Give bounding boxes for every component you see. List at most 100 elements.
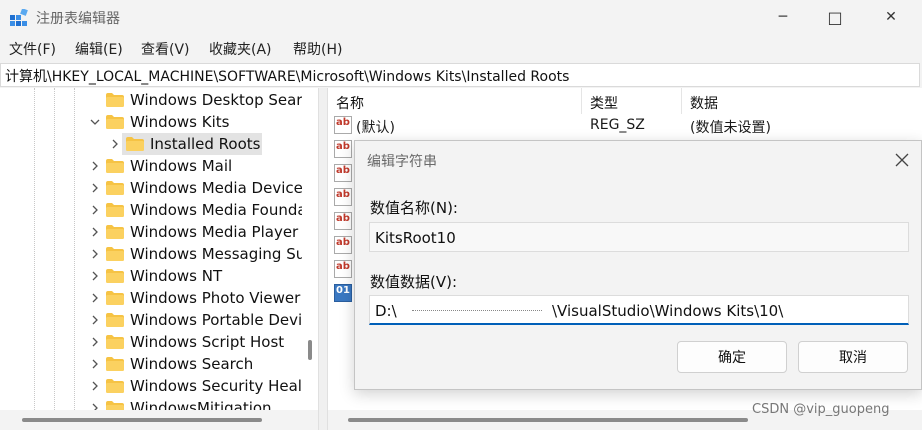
- pane-splitter[interactable]: [318, 88, 328, 430]
- string-value-icon: ab: [334, 116, 352, 134]
- minimize-icon: ─: [778, 9, 788, 25]
- tree-node-label: Windows Media Device Manager: [130, 179, 318, 197]
- value-name: (默认): [356, 120, 395, 136]
- value-data-field[interactable]: D:\ \VisualStudio\Windows Kits\10\: [369, 295, 909, 325]
- value-data-suffix: \VisualStudio\Windows Kits\10\: [552, 302, 784, 320]
- folder-icon: [106, 93, 124, 107]
- menu-file[interactable]: 文件(F): [9, 39, 56, 59]
- tree-node[interactable]: Windows Media Player NSS: [0, 221, 318, 243]
- value-name-field[interactable]: KitsRoot10: [369, 222, 909, 252]
- folder-icon: [106, 291, 124, 305]
- column-header-type[interactable]: 类型: [582, 88, 682, 114]
- folder-icon: [106, 203, 124, 217]
- chevron-right-icon[interactable]: [89, 290, 101, 306]
- string-value-icon: ab: [334, 236, 352, 254]
- folder-icon: [106, 159, 124, 173]
- chevron-right-icon[interactable]: [89, 180, 101, 196]
- menu-favorites[interactable]: 收藏夹(A): [209, 39, 272, 59]
- minimize-button[interactable]: ─: [760, 0, 806, 34]
- tree-node[interactable]: WindowsMitigation: [0, 397, 302, 410]
- tree-node[interactable]: Windows Messaging Subsystem: [0, 243, 318, 265]
- chevron-down-icon[interactable]: [89, 114, 101, 130]
- string-value-icon: ab: [334, 140, 352, 158]
- address-bar[interactable]: 计算机\HKEY_LOCAL_MACHINE\SOFTWARE\Microsof…: [0, 63, 920, 87]
- value-data: (数值未设置): [690, 120, 771, 136]
- chevron-right-icon[interactable]: [89, 158, 101, 174]
- chevron-right-icon[interactable]: [89, 246, 101, 262]
- tree-vertical-scrollbar[interactable]: [302, 88, 318, 410]
- folder-icon: [106, 313, 124, 327]
- tree-node[interactable]: Installed Roots: [0, 133, 302, 155]
- tree-node-label: Windows Media Foundation: [130, 201, 318, 219]
- value-row[interactable]: ab (默认) REG_SZ (数值未设置): [328, 114, 922, 138]
- window-title: 注册表编辑器: [36, 11, 120, 27]
- folder-icon: [106, 379, 124, 393]
- chevron-right-icon[interactable]: [109, 136, 121, 152]
- chevron-right-icon[interactable]: [89, 400, 101, 410]
- address-path: 计算机\HKEY_LOCAL_MACHINE\SOFTWARE\Microsof…: [5, 69, 570, 85]
- dialog-close-icon[interactable]: [891, 149, 913, 171]
- close-icon: ✕: [885, 9, 897, 25]
- tree-node-label: Windows Security Health: [130, 377, 318, 395]
- value-name-label: 数值名称(N):: [370, 199, 458, 217]
- tree-node[interactable]: Windows NT: [0, 265, 302, 287]
- regedit-app-icon: [10, 9, 28, 26]
- tree-node-label: Windows NT: [130, 267, 223, 285]
- value-type: REG_SZ: [590, 117, 645, 133]
- watermark: CSDN @vip_guopeng: [752, 402, 890, 417]
- folder-icon: [126, 137, 144, 151]
- tree-node-label: Windows Search: [130, 355, 254, 373]
- column-header-data[interactable]: 数据: [682, 88, 922, 114]
- chevron-right-icon[interactable]: [89, 224, 101, 240]
- tree-node-label: Windows Photo Viewer: [130, 289, 301, 307]
- tree-node-label: Windows Mail: [130, 157, 233, 175]
- chevron-right-icon[interactable]: [89, 334, 101, 350]
- tree-node-label: Windows Script Host: [130, 333, 285, 351]
- folder-icon: [106, 357, 124, 371]
- tree-node-label: Windows Messaging Subsystem: [130, 245, 318, 263]
- menu-edit[interactable]: 编辑(E): [75, 39, 123, 59]
- tree-node[interactable]: Windows Kits: [0, 111, 302, 133]
- folder-icon: [106, 181, 124, 195]
- close-button[interactable]: ✕: [868, 0, 914, 34]
- chevron-right-icon[interactable]: [89, 268, 101, 284]
- menu-help[interactable]: 帮助(H): [293, 39, 342, 59]
- key-tree-pane: Windows Desktop Search Windows Kits Instal…: [0, 88, 318, 410]
- tree-node[interactable]: Windows Search: [0, 353, 302, 375]
- folder-icon: [106, 335, 124, 349]
- folder-icon: [106, 401, 124, 410]
- redacted-segment: [412, 310, 542, 311]
- value-data-label: 数值数据(V):: [370, 273, 458, 291]
- string-value-icon: ab: [334, 212, 352, 230]
- binary-value-icon: 01: [334, 284, 352, 302]
- menu-view[interactable]: 查看(V): [141, 39, 190, 59]
- tree-hscroll-thumb[interactable]: [22, 418, 262, 422]
- column-header-name[interactable]: 名称: [328, 88, 582, 114]
- dialog-title: 编辑字符串: [367, 154, 437, 170]
- chevron-right-icon[interactable]: [89, 202, 101, 218]
- tree-node[interactable]: Windows Media Device Manager: [0, 177, 318, 199]
- tree-node[interactable]: Windows Media Foundation: [0, 199, 318, 221]
- edit-string-dialog: 编辑字符串 数值名称(N): KitsRoot10 数值数据(V): D:\ \…: [354, 140, 922, 390]
- chevron-right-icon[interactable]: [89, 356, 101, 372]
- tree-node[interactable]: Windows Photo Viewer: [0, 287, 302, 309]
- tree-node[interactable]: Windows Portable Devices: [0, 309, 318, 331]
- chevron-right-icon[interactable]: [89, 378, 101, 394]
- tree-node-label: WindowsMitigation: [130, 399, 272, 410]
- ok-button[interactable]: 确定: [677, 341, 787, 373]
- string-value-icon: ab: [334, 260, 352, 278]
- values-hscroll-thumb[interactable]: [348, 418, 748, 422]
- cancel-button[interactable]: 取消: [798, 341, 908, 373]
- tree-node[interactable]: Windows Security Health: [0, 375, 317, 397]
- folder-icon: [106, 225, 124, 239]
- tree-scroll-thumb[interactable]: [308, 340, 312, 360]
- folder-icon: [106, 269, 124, 283]
- tree-node[interactable]: Windows Desktop Search: [0, 89, 318, 111]
- tree-node[interactable]: Windows Mail: [0, 155, 302, 177]
- tree-horizontal-scrollbar[interactable]: [0, 410, 318, 430]
- tree-node-label: Installed Roots: [150, 135, 261, 153]
- tree-node[interactable]: Windows Script Host: [0, 331, 302, 353]
- maximize-button[interactable]: □: [812, 0, 858, 34]
- folder-icon: [106, 247, 124, 261]
- chevron-right-icon[interactable]: [89, 312, 101, 328]
